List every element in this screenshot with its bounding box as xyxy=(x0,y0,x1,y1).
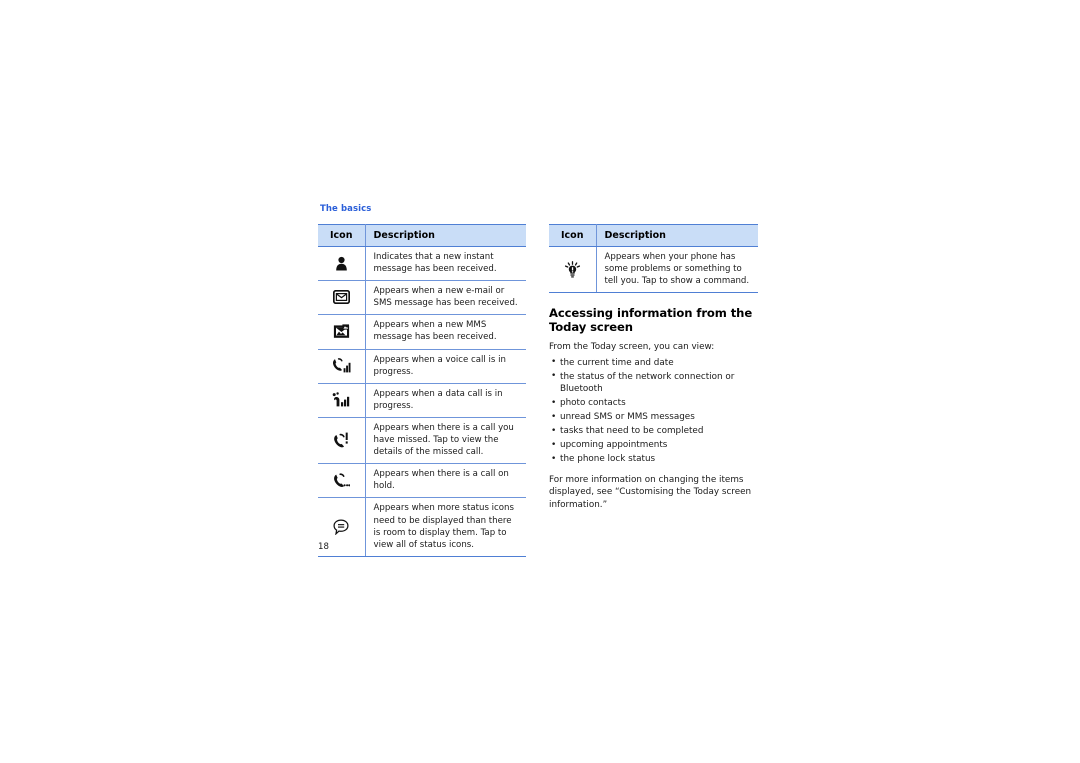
call-on-hold-icon xyxy=(333,473,350,488)
status-icons-table-left: Icon Description Indicates that a new in… xyxy=(318,224,526,557)
icon-cell xyxy=(318,463,366,499)
column-header-description: Description xyxy=(596,224,758,247)
table-row: Appears when a data call is in progress. xyxy=(318,383,526,418)
table-row: Appears when a new MMS message has been … xyxy=(318,314,526,350)
description-cell: Appears when a new e-mail or SMS message… xyxy=(365,280,526,316)
list-item: photo contacts xyxy=(549,397,758,410)
data-call-in-progress-icon xyxy=(332,392,349,407)
list-item: the phone lock status xyxy=(549,453,758,466)
manual-page: The basics Icon Description Indicates th… xyxy=(0,0,1080,763)
list-item: the status of the network connection or … xyxy=(549,370,758,396)
description-cell: Appears when there is a call on hold. xyxy=(365,463,526,499)
running-head: The basics xyxy=(320,204,372,214)
description-cell: Appears when a data call is in progress. xyxy=(365,383,526,418)
column-header-description: Description xyxy=(365,224,526,247)
table-row: Appears when more status icons need to b… xyxy=(318,497,526,557)
table-header-row: Icon Description xyxy=(318,224,526,247)
list-item: the current time and date xyxy=(549,356,758,369)
notification-bulb-icon xyxy=(564,260,580,278)
description-cell: Appears when a voice call is in progress… xyxy=(365,349,526,384)
description-cell: Appears when your phone has some problem… xyxy=(596,246,758,294)
icon-cell xyxy=(318,417,366,465)
today-screen-items-list: the current time and date the status of … xyxy=(549,356,758,466)
column-header-icon: Icon xyxy=(318,224,366,247)
list-item: unread SMS or MMS messages xyxy=(549,411,758,424)
email-sms-envelope-icon xyxy=(332,290,350,305)
icon-cell xyxy=(549,246,597,294)
description-cell: Indicates that a new instant message has… xyxy=(365,246,526,282)
missed-call-icon xyxy=(333,432,348,448)
table-row: Appears when a new e-mail or SMS message… xyxy=(318,280,526,316)
icon-cell xyxy=(318,349,366,384)
section-heading: Accessing information from the Today scr… xyxy=(549,306,753,334)
description-cell: Appears when a new MMS message has been … xyxy=(365,314,526,350)
right-column: Icon Description Appears when your phone… xyxy=(549,224,758,512)
mms-message-icon xyxy=(333,324,349,338)
description-cell: Appears when there is a call you have mi… xyxy=(365,417,526,465)
status-icons-table-right: Icon Description Appears when your phone… xyxy=(549,224,758,294)
left-column: Icon Description Indicates that a new in… xyxy=(318,224,526,557)
instant-message-icon xyxy=(335,256,347,271)
table-row: Appears when there is a call you have mi… xyxy=(318,417,526,465)
more-status-icons-icon xyxy=(333,519,349,535)
page-number: 18 xyxy=(318,542,329,552)
icon-cell xyxy=(318,383,366,418)
voice-call-in-progress-icon xyxy=(332,357,351,373)
table-row: Appears when a voice call is in progress… xyxy=(318,349,526,384)
list-item: upcoming appointments xyxy=(549,439,758,452)
table-row: Appears when your phone has some problem… xyxy=(549,246,758,294)
column-header-icon: Icon xyxy=(549,224,597,247)
table-header-row: Icon Description xyxy=(549,224,758,247)
table-row: Indicates that a new instant message has… xyxy=(318,246,526,282)
description-cell: Appears when more status icons need to b… xyxy=(365,497,526,557)
icon-cell xyxy=(318,246,366,282)
table-row: Appears when there is a call on hold. xyxy=(318,463,526,499)
icon-cell xyxy=(318,280,366,316)
section-outro: For more information on changing the ite… xyxy=(549,474,752,510)
icon-cell xyxy=(318,314,366,350)
list-item: tasks that need to be completed xyxy=(549,425,758,438)
section-intro: From the Today screen, you can view: xyxy=(549,342,715,353)
